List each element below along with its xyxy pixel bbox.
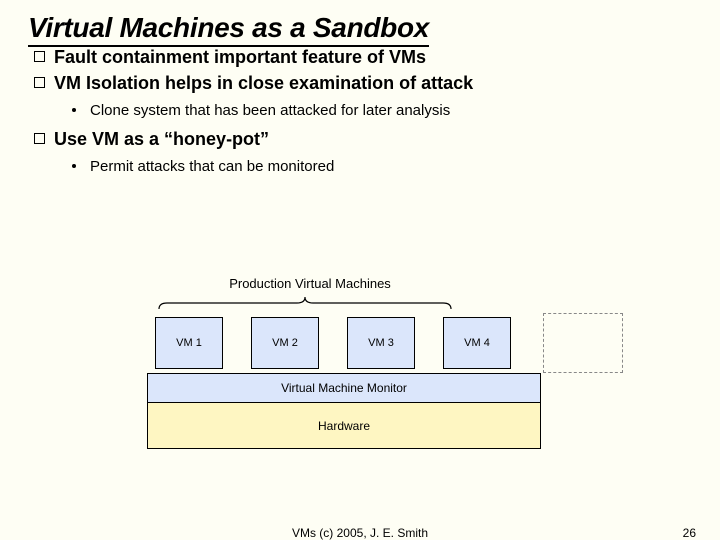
copyright-text: VMs (c) 2005, J. E. Smith <box>292 526 428 540</box>
sub-bullet-list: Permit attacks that can be monitored <box>54 156 692 178</box>
sub-bullet-item: Permit attacks that can be monitored <box>54 156 692 178</box>
ghost-vm-box <box>543 313 623 373</box>
production-label: Production Virtual Machines <box>155 276 465 291</box>
hardware-layer: Hardware <box>147 403 541 449</box>
vm-row: VM 1 VM 2 VM 3 VM 4 <box>145 317 575 369</box>
bullet-text: VM Isolation helps in close examination … <box>54 73 473 93</box>
bullet-item: Fault containment important feature of V… <box>28 45 692 69</box>
bullet-item: VM Isolation helps in close examination … <box>28 71 692 121</box>
bullet-text: Use VM as a “honey-pot” <box>54 129 269 149</box>
vm-box: VM 4 <box>443 317 511 369</box>
sub-bullet-list: Clone system that has been attacked for … <box>54 100 692 122</box>
vmm-layer: Virtual Machine Monitor <box>147 373 541 403</box>
brace-icon <box>145 295 465 311</box>
bullet-list: Fault containment important feature of V… <box>28 45 692 177</box>
architecture-diagram: Production Virtual Machines VM 1 VM 2 VM… <box>145 276 575 449</box>
vm-box: VM 1 <box>155 317 223 369</box>
sub-bullet-item: Clone system that has been attacked for … <box>54 100 692 122</box>
bullet-item: Use VM as a “honey-pot” Permit attacks t… <box>28 127 692 177</box>
vm-box: VM 2 <box>251 317 319 369</box>
page-number: 26 <box>683 526 696 540</box>
slide-title: Virtual Machines as a Sandbox <box>28 12 429 47</box>
vm-box: VM 3 <box>347 317 415 369</box>
